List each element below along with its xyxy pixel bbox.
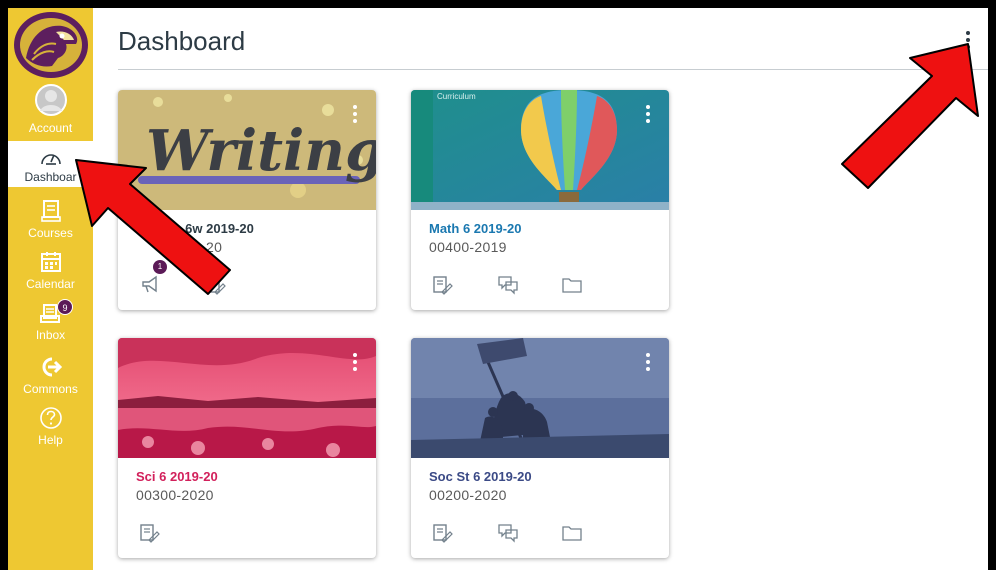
- nav-help-label: Help: [38, 433, 63, 447]
- nav-inbox-label: Inbox: [35, 328, 66, 342]
- nav-dashboard[interactable]: Dashboar: [8, 141, 93, 187]
- discussions-icon[interactable]: [497, 522, 519, 544]
- nav-account-label: Account: [28, 121, 73, 135]
- announcement-unread-badge: 1: [153, 260, 167, 274]
- course-card-science[interactable]: Sci 6 2019-20 00300-2020: [118, 338, 376, 558]
- course-card-image[interactable]: [118, 338, 376, 458]
- files-folder-icon[interactable]: [561, 274, 583, 296]
- help-icon: [8, 405, 93, 431]
- discussions-icon[interactable]: [497, 274, 519, 296]
- course-card-hero-text: Curriculum: [437, 92, 476, 101]
- courses-icon: [8, 198, 93, 224]
- nav-commons-label: Commons: [23, 382, 78, 396]
- header-divider: [118, 69, 988, 70]
- assignments-icon[interactable]: [431, 522, 453, 544]
- page-title: Dashboard: [118, 26, 246, 56]
- course-card-image[interactable]: Writing: [118, 90, 376, 210]
- card-options-icon[interactable]: [641, 102, 655, 126]
- assignments-icon[interactable]: [204, 274, 226, 296]
- course-card-title[interactable]: Math 6 2019-20: [429, 221, 522, 236]
- course-card-term: 00300-2020: [136, 487, 214, 503]
- nav-calendar[interactable]: Calendar: [8, 243, 93, 295]
- nav-commons[interactable]: Commons: [8, 348, 93, 400]
- inbox-icon: [8, 300, 93, 326]
- inbox-unread-badge: 9: [57, 299, 73, 315]
- course-card-title[interactable]: ts 6w 2019-20: [170, 221, 254, 236]
- course-card-writing[interactable]: Writing ts 6w 2019-20 20 1: [118, 90, 376, 310]
- assignments-icon[interactable]: [138, 522, 160, 544]
- nav-dashboard-label: Dashboar: [24, 170, 77, 184]
- nav-courses[interactable]: Courses: [8, 192, 93, 244]
- course-card-term: 20: [206, 239, 223, 255]
- course-card-image[interactable]: [411, 338, 669, 458]
- announcements-icon[interactable]: 1: [140, 260, 167, 296]
- course-card-title[interactable]: Sci 6 2019-20: [136, 469, 218, 484]
- card-options-icon[interactable]: [348, 350, 362, 374]
- course-card-title[interactable]: Soc St 6 2019-20: [429, 469, 532, 484]
- assignments-icon[interactable]: [431, 274, 453, 296]
- files-folder-icon[interactable]: [561, 522, 583, 544]
- course-card-term: 00200-2020: [429, 487, 507, 503]
- commons-icon: [8, 354, 93, 380]
- course-card-image[interactable]: Curriculum: [411, 90, 669, 210]
- dashboard-options-menu-icon[interactable]: [960, 28, 976, 54]
- nav-inbox[interactable]: 9 Inbox: [8, 294, 93, 346]
- dashboard-icon: [8, 147, 93, 167]
- course-card-hero-text: Writing: [146, 118, 376, 184]
- card-options-icon[interactable]: [641, 350, 655, 374]
- calendar-icon: [8, 249, 93, 275]
- browser-viewport: Account Dashboar Courses Calendar 9 Inbo…: [8, 8, 988, 570]
- course-card-math[interactable]: Curriculum Math 6 2019-20 00400-2019: [411, 90, 669, 310]
- course-card-social-studies[interactable]: Soc St 6 2019-20 00200-2020: [411, 338, 669, 558]
- avatar: [8, 84, 93, 116]
- nav-account[interactable]: Account: [8, 81, 93, 141]
- school-logo[interactable]: [8, 8, 93, 81]
- nav-courses-label: Courses: [28, 226, 73, 240]
- global-navigation: Account Dashboar Courses Calendar 9 Inbo…: [8, 8, 93, 570]
- course-card-term: 00400-2019: [429, 239, 507, 255]
- annotation-arrow-right: [841, 43, 979, 189]
- card-options-icon[interactable]: [348, 102, 362, 126]
- nav-calendar-label: Calendar: [26, 277, 75, 291]
- nav-help[interactable]: Help: [8, 399, 93, 451]
